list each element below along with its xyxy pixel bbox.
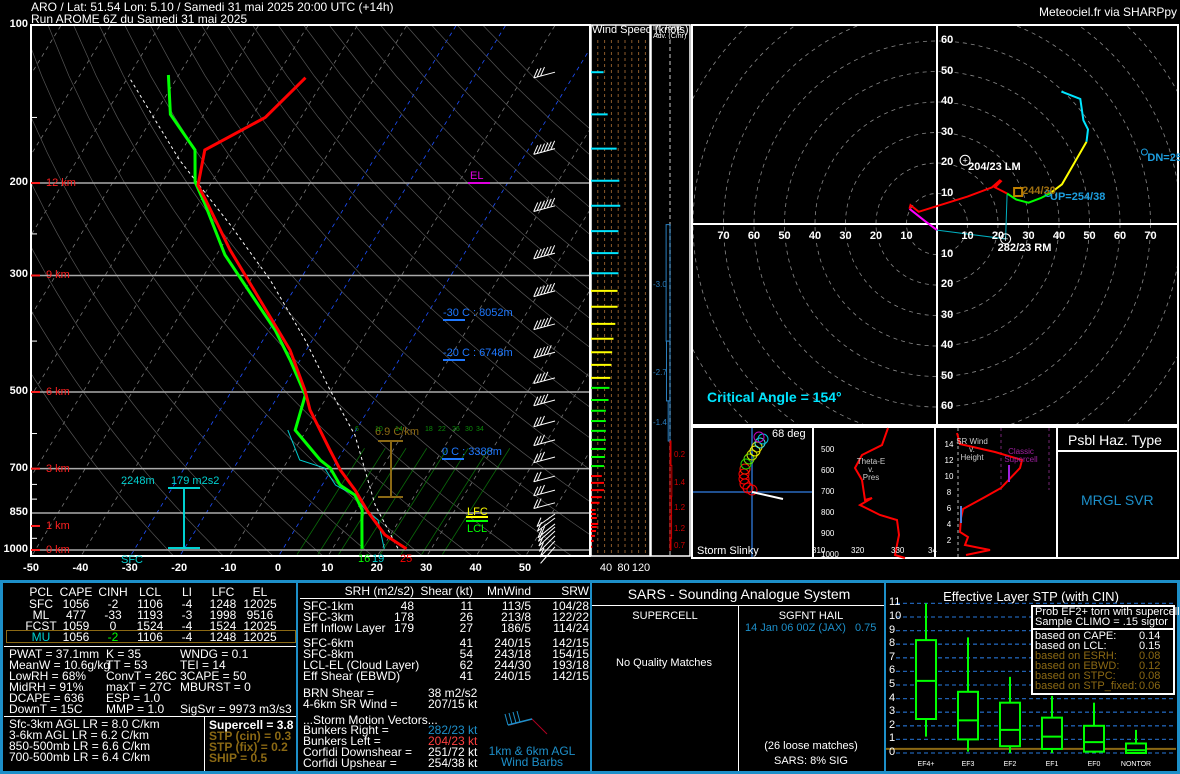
stp-category: EF3 <box>961 761 975 768</box>
stp-ytick: 8 <box>889 637 896 650</box>
stp-box <box>999 701 1021 748</box>
prob-label: based on STP_fixed: <box>1035 680 1138 692</box>
stp-ytick: 5 <box>889 678 896 690</box>
stp-ytick: 7 <box>889 650 896 663</box>
stp-box <box>1125 742 1147 754</box>
stp-ytick: 4 <box>889 691 896 704</box>
stp-category: EF4+ <box>917 761 935 768</box>
stp-ytick: 6 <box>889 664 896 677</box>
stp-category: NONTOR <box>1120 761 1152 768</box>
stp-box <box>1083 724 1105 753</box>
stp-ytick: 1 <box>889 732 896 745</box>
stp-ytick: 2 <box>889 718 896 731</box>
prob-title-2: Sample CLIMO = .15 sigtor <box>1035 616 1168 628</box>
stp-category: EF1 <box>1045 761 1059 768</box>
stp-box <box>957 690 979 741</box>
stp-ytick: 0 <box>889 746 896 758</box>
stp-ytick: 10 <box>889 610 902 622</box>
stp-boxplot <box>886 602 1176 754</box>
stp-ytick: 11 <box>889 596 901 609</box>
prob-value: 0.06 <box>1139 680 1161 692</box>
stp-box <box>915 639 937 720</box>
stp-category: EF2 <box>1003 761 1017 768</box>
stp-ytick: 3 <box>889 705 896 718</box>
stp-box <box>1041 716 1063 750</box>
stp-ytick: 9 <box>889 623 896 636</box>
stp-category: EF0 <box>1087 761 1101 768</box>
